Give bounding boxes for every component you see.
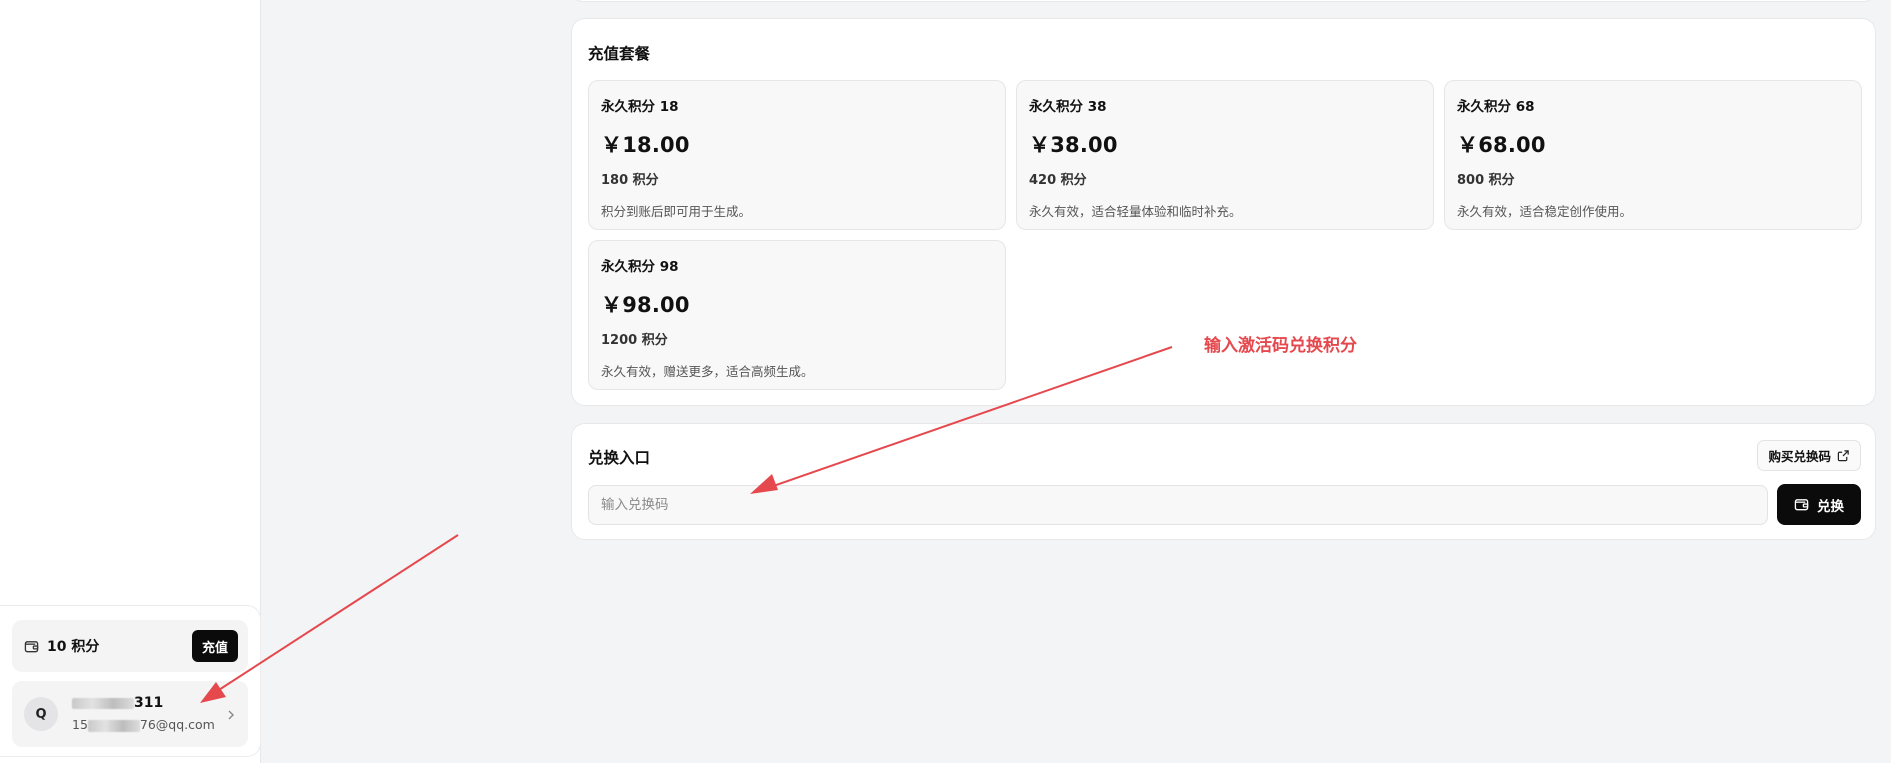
user-email-prefix: 15 <box>72 717 88 732</box>
buy-code-button[interactable]: 购买兑换码 <box>1757 440 1861 471</box>
redacted-email <box>87 719 140 732</box>
plan-name: 永久积分 38 <box>1029 99 1107 115</box>
plan-price: ￥38.00 <box>1029 133 1118 157</box>
buy-code-label: 购买兑换码 <box>1768 449 1831 464</box>
credits-balance: 10 积分 <box>47 639 100 655</box>
wallet-icon <box>1794 497 1809 512</box>
wallet-icon <box>24 639 39 654</box>
plan-price: ￥68.00 <box>1457 133 1546 157</box>
plans-title: 充值套餐 <box>588 45 651 63</box>
plan-points: 180 积分 <box>601 173 659 188</box>
plan-points: 800 积分 <box>1457 173 1515 188</box>
plan-card-18[interactable]: 永久积分 18 ￥18.00 180 积分 积分到账后即可用于生成。 <box>588 80 1006 230</box>
user-email-suffix: 76@qq.com <box>139 717 215 732</box>
plan-price: ￥98.00 <box>601 293 690 317</box>
annotation-text: 输入激活码兑换积分 <box>1204 336 1357 356</box>
plan-card-98[interactable]: 永久积分 98 ￥98.00 1200 积分 永久有效，赠送更多，适合高频生成。 <box>588 240 1006 390</box>
plan-card-68[interactable]: 永久积分 68 ￥68.00 800 积分 永久有效，适合稳定创作使用。 <box>1444 80 1862 230</box>
recharge-button[interactable]: 充值 <box>191 630 238 662</box>
user-name-suffix: 311 <box>134 695 164 712</box>
plan-points: 1200 积分 <box>601 333 668 348</box>
plan-name: 永久积分 68 <box>1457 99 1535 115</box>
redacted-name <box>72 697 134 709</box>
plan-name: 永久积分 18 <box>601 99 679 115</box>
redeem-button-label: 兑换 <box>1817 498 1844 515</box>
plan-points: 420 积分 <box>1029 173 1087 188</box>
external-link-icon <box>1837 449 1850 462</box>
plan-price: ￥18.00 <box>601 133 690 157</box>
user-info: 311 15 76@qq.com <box>72 694 226 734</box>
user-profile[interactable]: Q 311 15 76@qq.com <box>12 681 248 747</box>
plan-description: 永久有效，赠送更多，适合高频生成。 <box>601 364 814 379</box>
sidebar-footer: 10 积分 充值 Q 311 15 76@qq.com <box>0 605 261 757</box>
user-name: 311 <box>72 694 226 713</box>
redeem-button[interactable]: 兑换 <box>1777 484 1861 525</box>
plan-description: 永久有效，适合轻量体验和临时补充。 <box>1029 204 1242 219</box>
sidebar: 10 积分 充值 Q 311 15 76@qq.com <box>0 0 261 763</box>
avatar: Q <box>24 697 58 731</box>
redeem-title: 兑换入口 <box>588 449 651 467</box>
redeem-code-input[interactable] <box>588 485 1768 525</box>
plan-name: 永久积分 98 <box>601 259 679 275</box>
redeem-card: 兑换入口 购买兑换码 兑换 <box>571 423 1876 540</box>
plan-description: 积分到账后即可用于生成。 <box>601 204 752 219</box>
chevron-right-icon <box>226 707 236 721</box>
previous-card-edge <box>571 0 1876 2</box>
credits-box: 10 积分 充值 <box>12 620 248 672</box>
user-email: 15 76@qq.com <box>72 717 226 734</box>
plan-description: 永久有效，适合稳定创作使用。 <box>1457 204 1633 219</box>
plan-card-38[interactable]: 永久积分 38 ￥38.00 420 积分 永久有效，适合轻量体验和临时补充。 <box>1016 80 1434 230</box>
